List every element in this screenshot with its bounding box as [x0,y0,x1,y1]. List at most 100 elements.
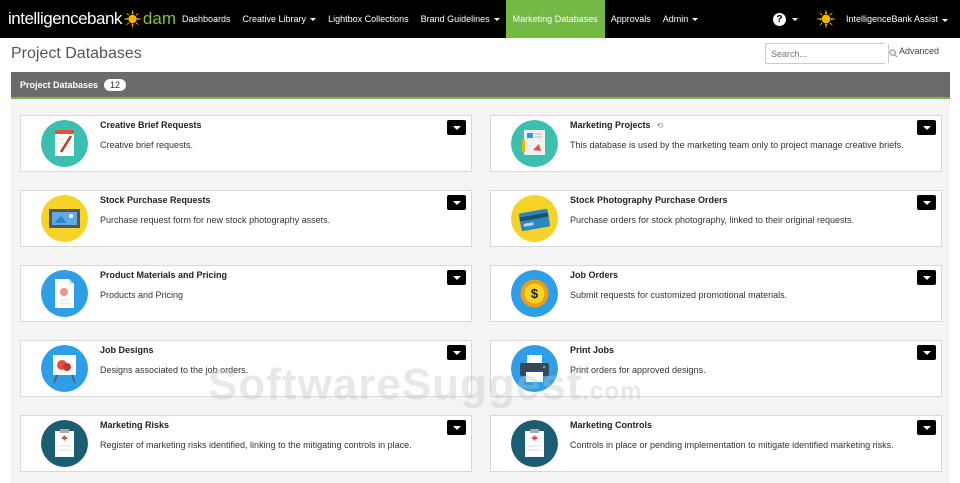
card-title[interactable]: Job Orders [570,270,618,280]
card-description: This database is used by the marketing t… [570,140,904,150]
count-badge: 12 [104,78,127,91]
search-button[interactable] [888,44,898,63]
database-card[interactable]: Creative Brief Requests Creative brief r… [20,115,472,172]
nav-admin[interactable]: Admin [657,0,705,38]
caret-down-icon [452,125,461,130]
card-menu-button[interactable] [447,270,466,285]
top-right-tools: ? IntelligenceBank Assist [772,0,960,38]
panel-header: Project Databases 12 [11,72,950,99]
card-title[interactable]: Print Jobs [570,345,614,355]
card-menu-button[interactable] [917,420,936,435]
svg-text:$: $ [531,286,539,301]
nav-approvals[interactable]: Approvals [605,0,657,38]
database-card[interactable]: $ Job Orders Submit requests for customi… [490,265,942,322]
notepad-pen-icon [41,120,88,167]
user-avatar-icon[interactable] [815,9,836,29]
database-card[interactable]: Marketing Projects ⟲ This database is use… [490,115,942,172]
card-description: Controls in place or pending implementat… [570,440,894,450]
nav-label: Dashboards [182,14,231,24]
credit-card-icon [511,195,558,242]
caret-down-icon [791,17,798,21]
sun-logo-icon [122,9,142,29]
database-card[interactable]: Job Designs Designs associated to the jo… [20,340,472,397]
card-title[interactable]: Stock Purchase Requests [100,195,211,205]
card-menu-button[interactable] [917,345,936,360]
card-menu-button[interactable] [917,270,936,285]
main-nav: Dashboards Creative Library Lightbox Col… [176,0,704,38]
caret-down-icon [452,350,461,355]
card-title[interactable]: Creative Brief Requests [100,120,202,130]
clipboard-plus-icon [41,420,88,467]
nav-label: Creative Library [242,14,307,24]
caret-down-icon [942,19,948,22]
printer-icon [511,345,558,392]
card-menu-button[interactable] [447,195,466,210]
card-description: Creative brief requests. [100,140,194,150]
card-menu-button[interactable] [447,120,466,135]
caret-down-icon [922,350,931,355]
caret-down-icon [922,125,931,130]
search-input[interactable] [766,44,888,63]
card-menu-button[interactable] [917,120,936,135]
user-name: IntelligenceBank Assist [845,14,938,24]
search-box [765,43,898,64]
card-description: Submit requests for customized promotion… [570,290,788,300]
card-description: Products and Pricing [100,290,184,300]
card-title-text: Marketing Projects [570,120,651,130]
caret-down-icon [922,425,931,430]
help-icon: ? [772,12,786,26]
caret-down-icon [452,275,461,280]
card-title[interactable]: Marketing Risks [100,420,169,430]
photo-frame-icon [41,195,88,242]
database-list: Creative Brief Requests Creative brief r… [11,99,950,483]
easel-icon [41,345,88,392]
database-card[interactable]: Marketing Risks Register of marketing ri… [20,415,472,472]
user-menu[interactable]: IntelligenceBank Assist [846,14,948,24]
nav-brand-guidelines[interactable]: Brand Guidelines [415,0,506,38]
page-title: Project Databases [11,45,142,62]
caret-down-icon [493,17,500,21]
brand-name: intelligencebank [8,9,122,28]
card-title[interactable]: Marketing Controls [570,420,652,430]
card-title[interactable]: Product Materials and Pricing [100,270,227,280]
caret-down-icon [310,17,317,21]
brand-logo[interactable]: intelligencebank dam [0,0,176,38]
database-card[interactable]: Marketing Controls Controls in place or … [490,415,942,472]
nav-label: Marketing Databases [512,14,598,24]
advanced-search-link[interactable]: Advanced [899,46,939,56]
nav-lightbox-collections[interactable]: Lightbox Collections [322,0,415,38]
panel-title: Project Databases [20,79,99,90]
caret-down-icon [692,17,699,21]
card-description: Purchase request form for new stock phot… [100,215,331,225]
brand-product: dam [142,9,176,28]
card-description: Print orders for approved designs. [570,365,706,375]
sync-icon: ⟲ [656,121,664,130]
card-title[interactable]: Marketing Projects ⟲ [570,120,663,130]
help-menu[interactable]: ? [772,12,798,26]
card-description: Purchase orders for stock photography, l… [570,215,854,225]
dollar-coin-icon: $ [511,270,558,317]
card-title[interactable]: Stock Photography Purchase Orders [570,195,728,205]
caret-down-icon [922,200,931,205]
card-menu-button[interactable] [917,195,936,210]
caret-down-icon [922,275,931,280]
card-menu-button[interactable] [447,420,466,435]
search-icon [889,49,898,58]
nav-label: Approvals [610,14,651,24]
database-card[interactable]: Stock Photography Purchase Orders Purcha… [490,190,942,247]
document-icon [41,270,88,317]
caret-down-icon [452,425,461,430]
card-menu-button[interactable] [447,345,466,360]
database-card[interactable]: Product Materials and Pricing Products a… [20,265,472,322]
card-title[interactable]: Job Designs [100,345,154,355]
nav-dashboards[interactable]: Dashboards [176,0,237,38]
database-card[interactable]: Stock Purchase Requests Purchase request… [20,190,472,247]
top-navbar: intelligencebank dam Dashboards Creative… [0,0,960,38]
card-description: Designs associated to the job orders. [100,365,249,375]
database-card[interactable]: Print Jobs Print orders for approved des… [490,340,942,397]
nav-marketing-databases[interactable]: Marketing Databases [505,0,605,38]
clipboard-plus-icon [511,420,558,467]
nav-creative-library[interactable]: Creative Library [237,0,323,38]
nav-label: Lightbox Collections [328,14,409,24]
nav-label: Admin [662,14,689,24]
